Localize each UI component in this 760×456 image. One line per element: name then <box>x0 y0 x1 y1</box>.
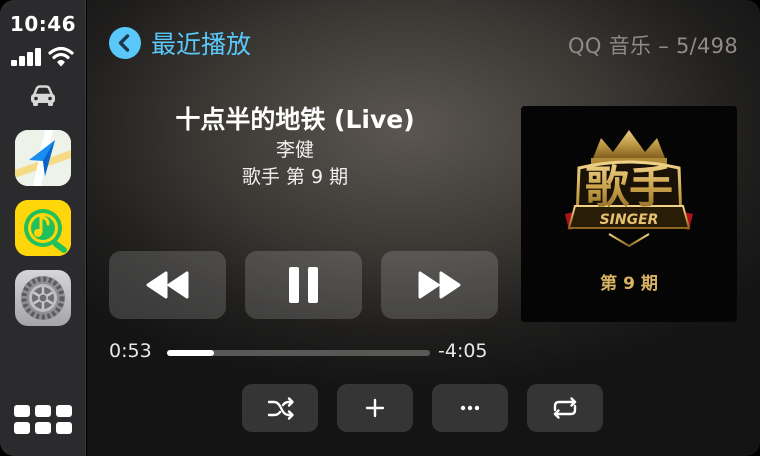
track-info: 十点半的地铁 (Live) 李健 歌手 第 9 期 <box>135 103 455 191</box>
sidebar: 10:46 <box>0 0 86 456</box>
chevron-left-icon <box>109 27 141 59</box>
qq-music-app-icon[interactable] <box>15 200 71 256</box>
track-album: 歌手 第 9 期 <box>241 166 349 188</box>
more-icon <box>460 405 480 411</box>
back-label: 最近播放 <box>151 30 252 59</box>
wifi-icon <box>48 46 74 67</box>
album-artwork: 歌手 SINGER 第 9 期 <box>521 106 737 322</box>
more-options-button[interactable] <box>432 384 508 432</box>
app-grid-icon[interactable] <box>14 405 72 435</box>
rewind-button[interactable] <box>109 251 226 319</box>
shuffle-button[interactable] <box>242 384 318 432</box>
shuffle-icon <box>267 397 294 420</box>
status-clock: 10:46 <box>9 12 77 36</box>
status-icons <box>0 44 86 70</box>
fast-forward-icon <box>418 271 461 299</box>
car-icon <box>31 85 55 106</box>
settings-app-icon[interactable] <box>15 270 71 326</box>
track-artist: 李健 <box>275 139 314 161</box>
add-to-library-button[interactable] <box>337 384 413 432</box>
pause-icon <box>289 267 318 303</box>
progress-fill <box>167 350 215 356</box>
add-icon <box>365 398 385 418</box>
fast-forward-button[interactable] <box>381 251 498 319</box>
album-logo-subtext: SINGER <box>600 212 659 228</box>
album-episode-text: 第 9 期 <box>600 273 658 294</box>
app-status-label: QQ 音乐 – 5/498 <box>567 34 738 58</box>
rewind-icon <box>146 271 189 299</box>
repeat-icon <box>553 397 577 419</box>
progress-bar[interactable] <box>167 350 430 356</box>
cellular-signal-icon <box>11 48 42 66</box>
track-title: 十点半的地铁 (Live) <box>175 105 415 134</box>
repeat-button[interactable] <box>527 384 603 432</box>
pause-button[interactable] <box>245 251 362 319</box>
carplay-screen: 10:46 最近播放 QQ 音乐 – 5/498 十点半的地铁 (Live) 李… <box>0 0 760 456</box>
maps-app-icon[interactable] <box>15 130 71 186</box>
back-button[interactable]: 最近播放 <box>109 24 251 62</box>
remaining-time: -4:05 <box>438 340 488 362</box>
album-logo-text: 歌手 <box>585 162 673 213</box>
now-playing-view: 最近播放 QQ 音乐 – 5/498 十点半的地铁 (Live) 李健 歌手 第… <box>87 0 760 456</box>
elapsed-time: 0:53 <box>109 340 152 362</box>
